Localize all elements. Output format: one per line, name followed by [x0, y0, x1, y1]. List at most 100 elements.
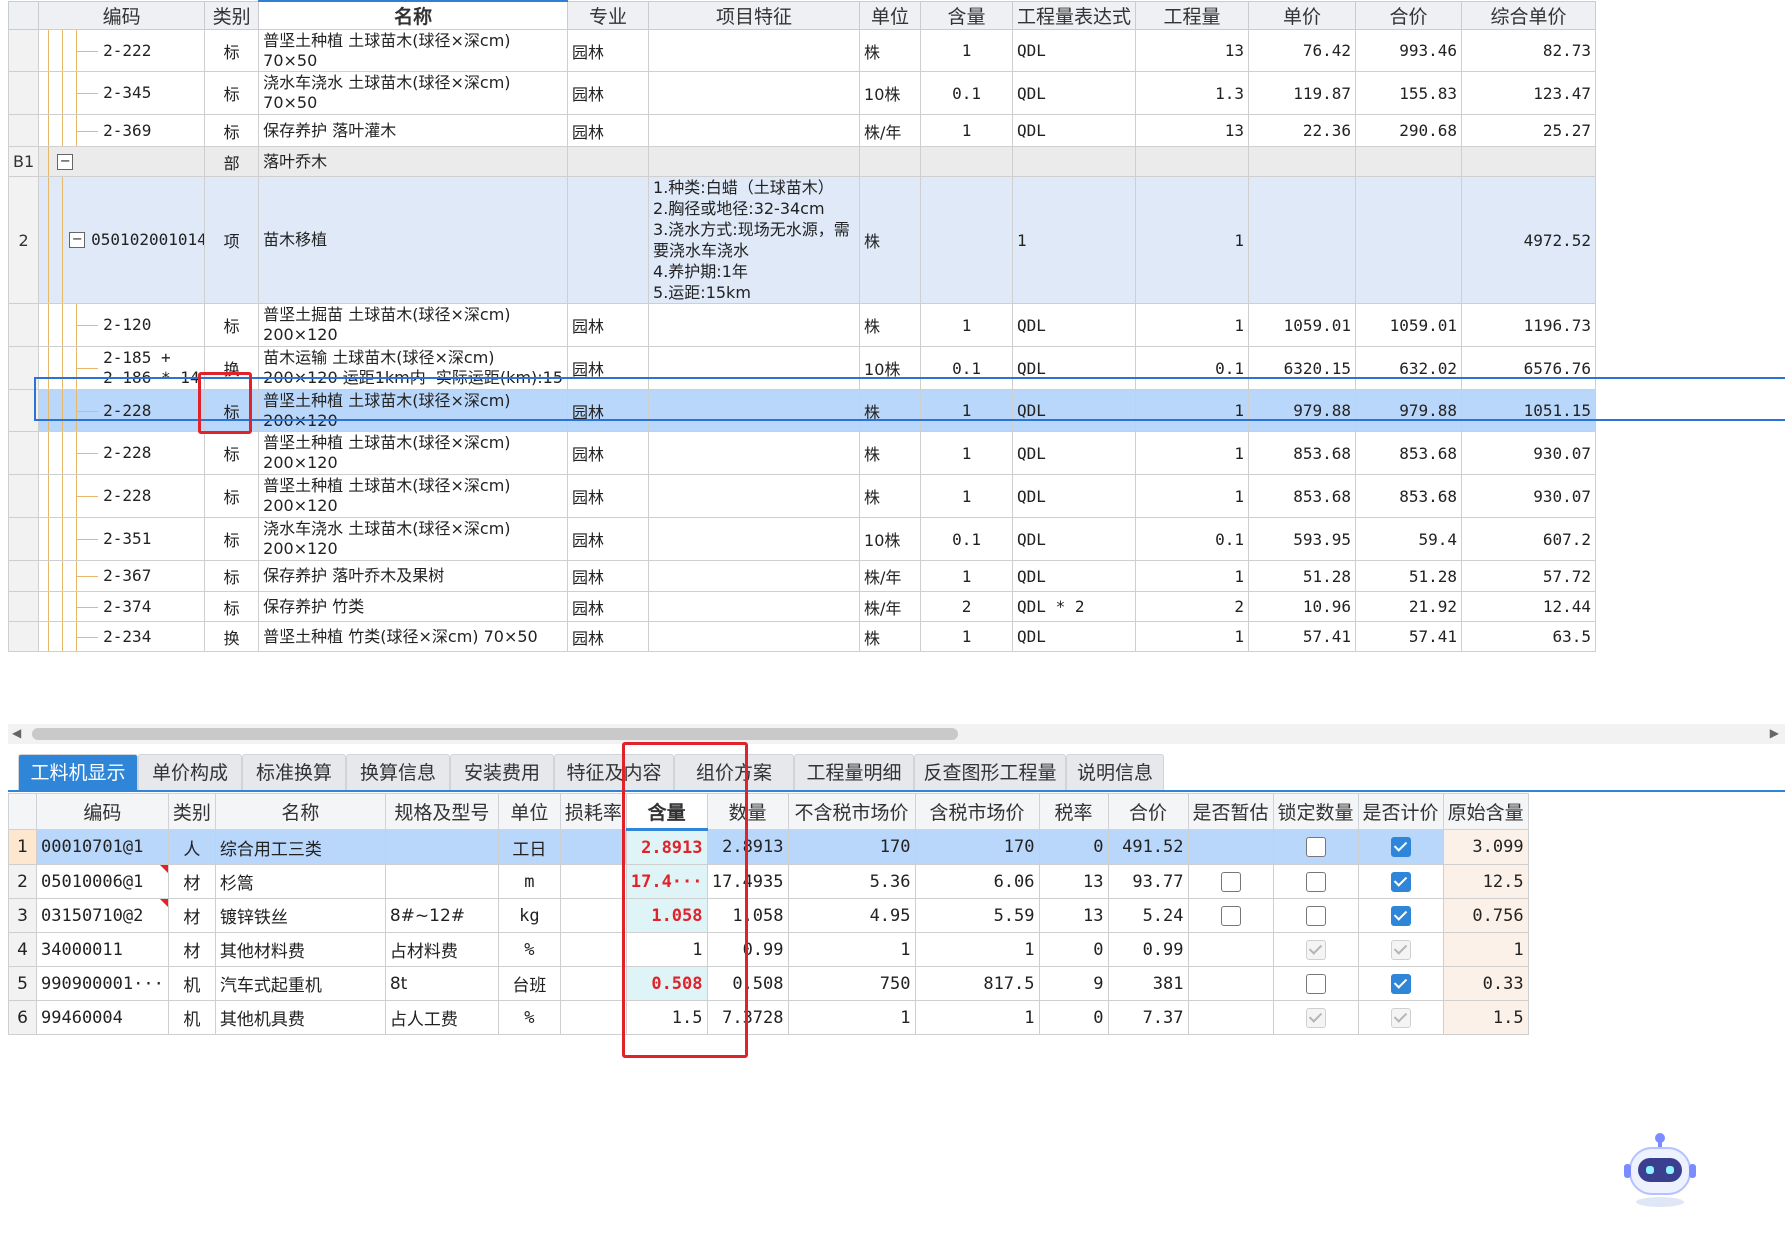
content-cell[interactable]: 0.1 — [920, 346, 1014, 390]
feature-cell[interactable] — [648, 114, 861, 147]
quota-row[interactable]: 2-351 标浇水车浇水 土球苗木(球径×深cm) 200×120 园林 10株 0.1… — [8, 517, 1597, 561]
expr-cell[interactable]: 1 — [1012, 176, 1137, 304]
resource-col-header[interactable]: 单位 — [497, 793, 561, 830]
expr-cell[interactable]: QDL — [1012, 303, 1137, 347]
top-col-header[interactable]: 工程量 — [1135, 0, 1250, 30]
top-col-header[interactable]: 工程量表达式 — [1012, 0, 1137, 30]
expr-cell[interactable]: QDL — [1012, 621, 1137, 652]
collapse-toggle-icon[interactable]: − — [69, 232, 86, 248]
expr-cell[interactable]: QDL — [1012, 346, 1137, 390]
resource-code-cell[interactable]: 00010701@1 — [36, 829, 169, 865]
lock-quantity-cell[interactable] — [1272, 829, 1359, 865]
name-cell[interactable]: 浇水车浇水 土球苗木(球径×深cm) 70×50 — [258, 71, 569, 115]
resource-col-header[interactable]: 合价 — [1107, 793, 1189, 830]
top-col-header[interactable]: 单价 — [1248, 0, 1357, 30]
resource-category-cell[interactable]: 材 — [167, 932, 216, 967]
resource-name-cell[interactable]: 其他机具费 — [214, 1000, 386, 1035]
expr-cell[interactable]: QDL — [1012, 560, 1137, 592]
expr-cell[interactable]: QDL — [1012, 474, 1137, 518]
tab-item[interactable]: 单价构成 — [138, 754, 242, 791]
unit-cell[interactable] — [859, 146, 922, 177]
resource-col-header[interactable]: 不含税市场价 — [787, 793, 916, 830]
category-cell[interactable]: 标 — [204, 29, 260, 72]
price-ex-tax-cell[interactable]: 5.36 — [787, 864, 916, 899]
robot-assistant-icon[interactable] — [1620, 1130, 1700, 1210]
content-cell[interactable]: 1 — [920, 431, 1014, 475]
tab-item[interactable]: 换算信息 — [346, 754, 450, 791]
quantity-cell[interactable]: 1 — [1135, 431, 1250, 475]
quota-row[interactable]: 2-120 标普坚土掘苗 土球苗木(球径×深cm) 200×120 园林株 1 QDL 1… — [8, 303, 1597, 347]
provisional-estimate-cell[interactable] — [1187, 864, 1274, 899]
quantity-cell[interactable]: 13 — [1135, 29, 1250, 72]
name-cell[interactable]: 保存养护 落叶灌木 — [258, 114, 569, 147]
major-cell[interactable]: 园林 — [567, 303, 650, 347]
name-cell[interactable]: 普坚土种植 土球苗木(球径×深cm) 200×120 — [258, 474, 569, 518]
name-cell[interactable]: 普坚土种植 土球苗木(球径×深cm) 200×120 — [258, 431, 569, 475]
resource-category-cell[interactable]: 机 — [167, 966, 216, 1001]
resource-col-header[interactable]: 规格及型号 — [384, 793, 499, 830]
collapse-toggle-icon[interactable]: − — [57, 153, 74, 170]
resource-name-cell[interactable]: 杉篙 — [214, 864, 386, 899]
resource-col-header[interactable]: 类别 — [167, 793, 216, 830]
resource-unit-cell[interactable]: % — [497, 932, 561, 967]
tax-rate-cell[interactable]: 0 — [1038, 1000, 1109, 1035]
category-cell[interactable]: 项 — [204, 176, 260, 304]
provisional-estimate-cell[interactable] — [1187, 1000, 1274, 1035]
quantity-cell[interactable]: 1 — [1135, 621, 1250, 652]
code-cell[interactable]: 2-351 — [38, 517, 206, 561]
provisional-estimate-cell[interactable] — [1187, 898, 1274, 933]
category-cell[interactable]: 部 — [204, 146, 260, 177]
checkbox-icon[interactable] — [1390, 973, 1411, 994]
code-cell[interactable]: 2-228 — [38, 389, 206, 432]
major-cell[interactable]: 园林 — [567, 29, 650, 72]
tax-rate-cell[interactable]: 13 — [1038, 864, 1109, 899]
resource-code-cell[interactable]: 05010006@1 — [36, 864, 169, 899]
major-cell[interactable]: 园林 — [567, 389, 650, 432]
checkbox-icon[interactable] — [1305, 905, 1326, 926]
quota-row[interactable]: 2-222 标普坚土种植 土球苗木(球径×深cm) 70×50 园林 株 1 QDL 13 7… — [8, 29, 1597, 72]
resource-col-header[interactable]: 含税市场价 — [914, 793, 1040, 830]
name-cell[interactable]: 普坚土掘苗 土球苗木(球径×深cm) 200×120 — [258, 303, 569, 347]
resource-name-cell[interactable]: 镀锌铁丝 — [214, 898, 386, 933]
tab-item[interactable]: 工料机显示 — [18, 754, 138, 791]
content-cell[interactable]: 1 — [920, 303, 1014, 347]
tax-rate-cell[interactable]: 0 — [1038, 932, 1109, 967]
quantity-cell[interactable]: 1 — [1135, 303, 1250, 347]
quota-row[interactable]: 2-374 标保存养护 竹类 园林 株/年 2 QDL * 2 2 10.96 21.92 12.… — [8, 591, 1597, 622]
feature-cell[interactable] — [648, 71, 861, 115]
major-cell[interactable] — [567, 146, 650, 177]
tab-item[interactable]: 反查图形工程量 — [914, 754, 1066, 791]
resource-category-cell[interactable]: 人 — [167, 829, 216, 865]
major-cell[interactable]: 园林 — [567, 560, 650, 592]
feature-cell[interactable] — [648, 560, 861, 592]
spec-cell[interactable]: 占材料费 — [384, 932, 499, 967]
provisional-estimate-cell[interactable] — [1187, 932, 1274, 967]
category-cell[interactable]: 标 — [204, 474, 260, 518]
expr-cell[interactable]: QDL — [1012, 114, 1137, 147]
category-cell[interactable]: 标 — [204, 303, 260, 347]
content-cell[interactable]: 1 — [920, 474, 1014, 518]
unit-cell[interactable]: 株/年 — [859, 591, 922, 622]
top-col-header[interactable]: 专业 — [567, 0, 650, 30]
checkbox-icon[interactable] — [1305, 837, 1326, 857]
top-col-header[interactable]: 项目特征 — [648, 0, 861, 30]
top-col-header[interactable]: 编码 — [38, 0, 206, 30]
top-col-header[interactable]: 合价 — [1355, 0, 1463, 30]
resource-row[interactable]: 6 99460004 机其他机具费 占人工费% 1.5 7.3728 1 1 0 7.37 1.5 — [8, 1000, 1529, 1035]
resource-row[interactable]: 1 00010701@1 人综合用工三类 工日 2.8913 2.8913 170 170 0 4… — [8, 829, 1529, 865]
unit-cell[interactable]: 株 — [859, 621, 922, 652]
major-cell[interactable]: 园林 — [567, 431, 650, 475]
resource-name-cell[interactable]: 综合用工三类 — [214, 829, 386, 865]
resource-category-cell[interactable]: 材 — [167, 864, 216, 899]
unit-cell[interactable]: 10株 — [859, 517, 922, 561]
unit-cell[interactable]: 株 — [859, 176, 922, 304]
top-col-header[interactable]: 名称 — [258, 0, 569, 30]
quota-row[interactable]: 2-228 标普坚土种植 土球苗木(球径×深cm) 200×120 园林株 1 QDL 1… — [8, 431, 1597, 475]
resource-unit-cell[interactable]: m — [497, 864, 561, 899]
expr-cell[interactable]: QDL — [1012, 71, 1137, 115]
resource-col-header[interactable]: 名称 — [214, 793, 386, 830]
top-col-header[interactable]: 含量 — [920, 0, 1014, 30]
unit-cell[interactable]: 株/年 — [859, 560, 922, 592]
horizontal-scrollbar[interactable]: ◀ ▶ — [8, 724, 1785, 744]
content-cell[interactable]: 1 — [920, 389, 1014, 432]
